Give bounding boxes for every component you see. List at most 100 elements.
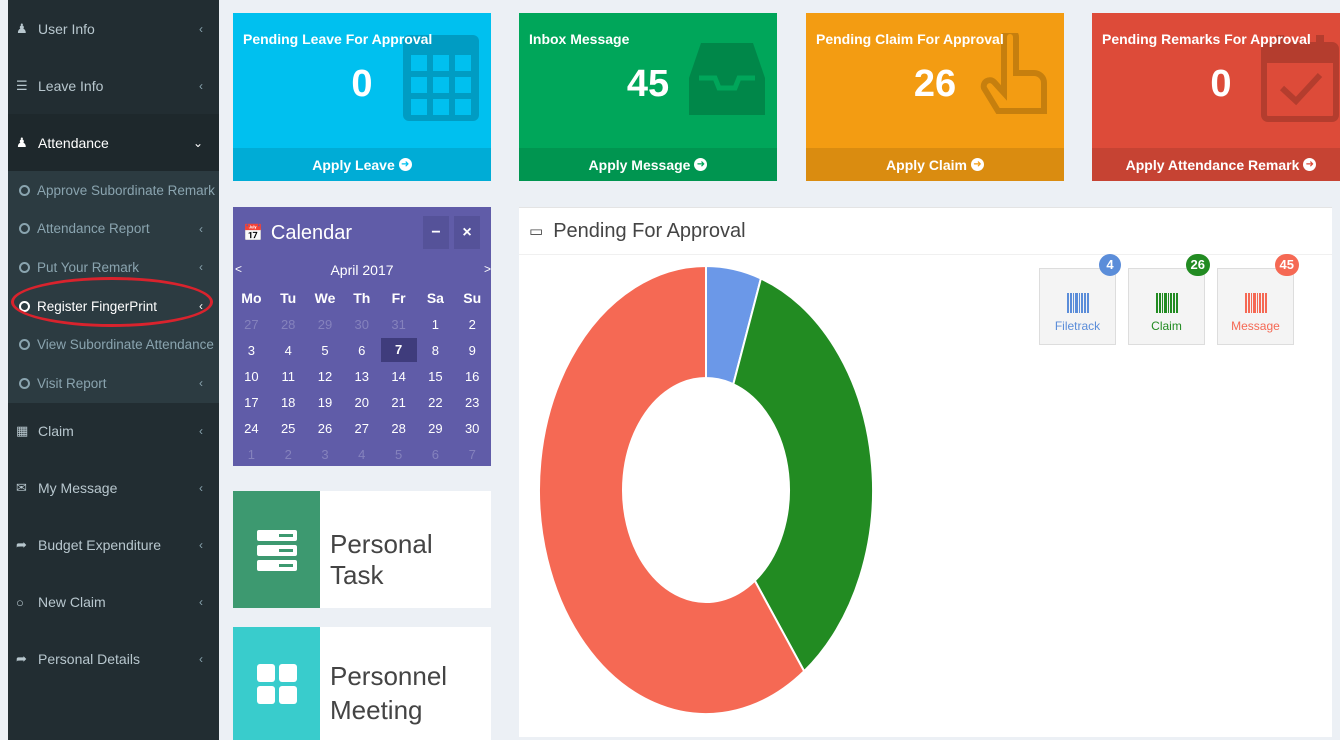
calendar-day[interactable]: 8 bbox=[417, 343, 454, 358]
calendar-weekday: Su bbox=[463, 290, 482, 306]
calendar-day[interactable]: 22 bbox=[417, 395, 454, 410]
calendar-day-number: 27 bbox=[354, 420, 370, 436]
personal-task-box[interactable]: Personal Task bbox=[233, 491, 491, 608]
barcode-bar bbox=[1244, 293, 1247, 313]
calendar-day[interactable]: 30 bbox=[343, 317, 380, 332]
apply-leave-link[interactable]: Apply Leave ➜ bbox=[233, 148, 491, 181]
sidebar-item-attendance[interactable]: ♟ Attendance ⌄ bbox=[8, 114, 219, 171]
calendar-day[interactable]: 18 bbox=[270, 395, 307, 410]
calendar-close-button[interactable]: × bbox=[454, 216, 480, 249]
calendar-day[interactable]: 1 bbox=[233, 447, 270, 462]
submenu-item-attendance-report[interactable]: Attendance Report ‹ bbox=[8, 210, 219, 249]
calendar-day[interactable]: 1 bbox=[417, 317, 454, 332]
calendar-day[interactable]: 7 bbox=[454, 447, 491, 462]
envelope-icon: ✉ bbox=[16, 480, 27, 496]
calendar-day[interactable]: 6 bbox=[417, 447, 454, 462]
barcode-bar bbox=[1070, 293, 1072, 313]
calendar-day[interactable]: 19 bbox=[307, 395, 344, 410]
calendar-day-number: 31 bbox=[391, 316, 406, 332]
sidebar-item-leave-info[interactable]: ☰ Leave Info ‹ bbox=[8, 57, 219, 114]
pending-approval-panel: ▭ Pending For Approval Filetrack 4 Claim… bbox=[519, 207, 1332, 737]
calendar-day[interactable]: 27 bbox=[233, 317, 270, 332]
sidebar-item-new-claim[interactable]: ○ New Claim ‹ bbox=[8, 574, 219, 631]
calendar-day[interactable]: 17 bbox=[233, 395, 270, 410]
calendar-day[interactable]: 5 bbox=[380, 447, 417, 462]
calendar-day-number: 8 bbox=[431, 342, 439, 358]
calendar-day[interactable]: 20 bbox=[343, 395, 380, 410]
barcode-bar bbox=[1248, 293, 1250, 313]
calendar-day[interactable]: 13 bbox=[343, 369, 380, 384]
sidebar-item-claim[interactable]: ▦ Claim ‹ bbox=[8, 403, 219, 460]
calendar-next-button[interactable]: > bbox=[484, 262, 491, 276]
calendar-day-number: 6 bbox=[431, 446, 439, 462]
calendar-day-number: 30 bbox=[354, 316, 370, 332]
calendar-day[interactable]: 30 bbox=[454, 421, 491, 436]
submenu-item-approve-remark[interactable]: Approve Subordinate Remark bbox=[8, 171, 219, 210]
claim-button[interactable]: Claim 26 bbox=[1128, 254, 1210, 345]
calendar-day[interactable]: 21 bbox=[380, 395, 417, 410]
apply-message-link[interactable]: Apply Message ➜ bbox=[519, 148, 777, 181]
calendar-week-row: 3 4 5 678 9 bbox=[233, 337, 491, 363]
sidebar-item-user-info[interactable]: ♟ User Info ‹ bbox=[8, 0, 219, 57]
calendar-day[interactable]: 9 bbox=[454, 343, 491, 358]
barcode-bar bbox=[1265, 293, 1267, 313]
calendar-day[interactable]: 24 bbox=[233, 421, 270, 436]
submenu-item-visit-report[interactable]: Visit Report ‹ bbox=[8, 364, 219, 403]
calendar-day[interactable]: 25 bbox=[270, 421, 307, 436]
personnel-meeting-box[interactable]: Personnel Meeting bbox=[233, 627, 491, 740]
message-button[interactable]: Message 45 bbox=[1217, 254, 1299, 345]
apply-claim-link[interactable]: Apply Claim ➜ bbox=[806, 148, 1064, 181]
apply-attendance-remark-link[interactable]: Apply Attendance Remark ➜ bbox=[1092, 148, 1340, 181]
sidebar-item-personal-details[interactable]: ➦ Personal Details ‹ bbox=[8, 631, 219, 688]
calendar-day[interactable]: 4 bbox=[270, 343, 307, 358]
calendar-day-number: 28 bbox=[391, 420, 406, 436]
calendar-day[interactable]: 6 bbox=[343, 343, 380, 358]
calendar-day[interactable]: 10 bbox=[233, 369, 270, 384]
calendar-day[interactable]: 23 bbox=[454, 395, 491, 410]
calendar-day[interactable]: 27 bbox=[343, 421, 380, 436]
calendar-day[interactable]: 5 bbox=[307, 343, 344, 358]
calendar-day[interactable]: 15 bbox=[417, 369, 454, 384]
calendar-day[interactable]: 28 bbox=[270, 317, 307, 332]
calendar-day-number: 17 bbox=[244, 394, 259, 410]
chevron-left-icon: ‹ bbox=[199, 424, 203, 439]
calendar-day[interactable]: 29 bbox=[307, 317, 344, 332]
sidebar-item-my-message[interactable]: ✉ My Message ‹ bbox=[8, 460, 219, 517]
calendar-weekday: Fr bbox=[391, 290, 406, 306]
submenu-item-label: Attendance Report bbox=[37, 221, 150, 237]
calendar-day-number: 28 bbox=[280, 316, 296, 332]
calendar-day[interactable]: 11 bbox=[270, 369, 307, 384]
barcode-bar bbox=[1155, 293, 1158, 313]
calendar-day-today[interactable]: 7 bbox=[380, 338, 417, 362]
pending-donut-chart bbox=[538, 266, 874, 715]
calendar-day[interactable]: 2 bbox=[454, 317, 491, 332]
barcode-bar bbox=[1083, 293, 1086, 313]
calendar-day[interactable]: 31 bbox=[380, 317, 417, 332]
calendar-weekday: Sa bbox=[426, 290, 444, 306]
barcode-bar bbox=[1170, 293, 1172, 313]
submenu-item-view-subordinate[interactable]: View Subordinate Attendance bbox=[8, 325, 219, 364]
calendar-day[interactable]: 3 bbox=[233, 343, 270, 358]
calendar-day[interactable]: 14 bbox=[380, 369, 417, 384]
calendar-day[interactable]: 29 bbox=[417, 421, 454, 436]
stat-box-inbox-message: Inbox Message 45 Apply Message ➜ bbox=[519, 13, 777, 181]
calendar-header: 📅 Calendar bbox=[233, 207, 491, 259]
calendar-day[interactable]: 12 bbox=[307, 369, 344, 384]
calendar-day[interactable]: 3 bbox=[307, 447, 344, 462]
calendar-day[interactable]: 16 bbox=[454, 369, 491, 384]
calendar-day[interactable]: 2 bbox=[270, 447, 307, 462]
calendar-day[interactable]: 26 bbox=[307, 421, 344, 436]
filetrack-button[interactable]: Filetrack 4 bbox=[1039, 254, 1121, 345]
calendar-day[interactable]: 4 bbox=[343, 447, 380, 462]
calendar-day-number: 25 bbox=[280, 420, 296, 436]
calendar-day-number: 12 bbox=[317, 368, 333, 384]
sidebar-item-label: New Claim bbox=[38, 594, 106, 611]
share-icon: ➦ bbox=[16, 537, 27, 553]
barcode-bar bbox=[1250, 293, 1252, 313]
chevron-left-icon: ‹ bbox=[199, 221, 203, 236]
sidebar-item-budget-expenditure[interactable]: ➦ Budget Expenditure ‹ bbox=[8, 517, 219, 574]
calendar-day[interactable]: 28 bbox=[380, 421, 417, 436]
calendar-minimize-button[interactable]: − bbox=[423, 216, 449, 249]
calendar-weekday: Th bbox=[353, 290, 371, 306]
barcode-bar bbox=[1176, 293, 1178, 313]
